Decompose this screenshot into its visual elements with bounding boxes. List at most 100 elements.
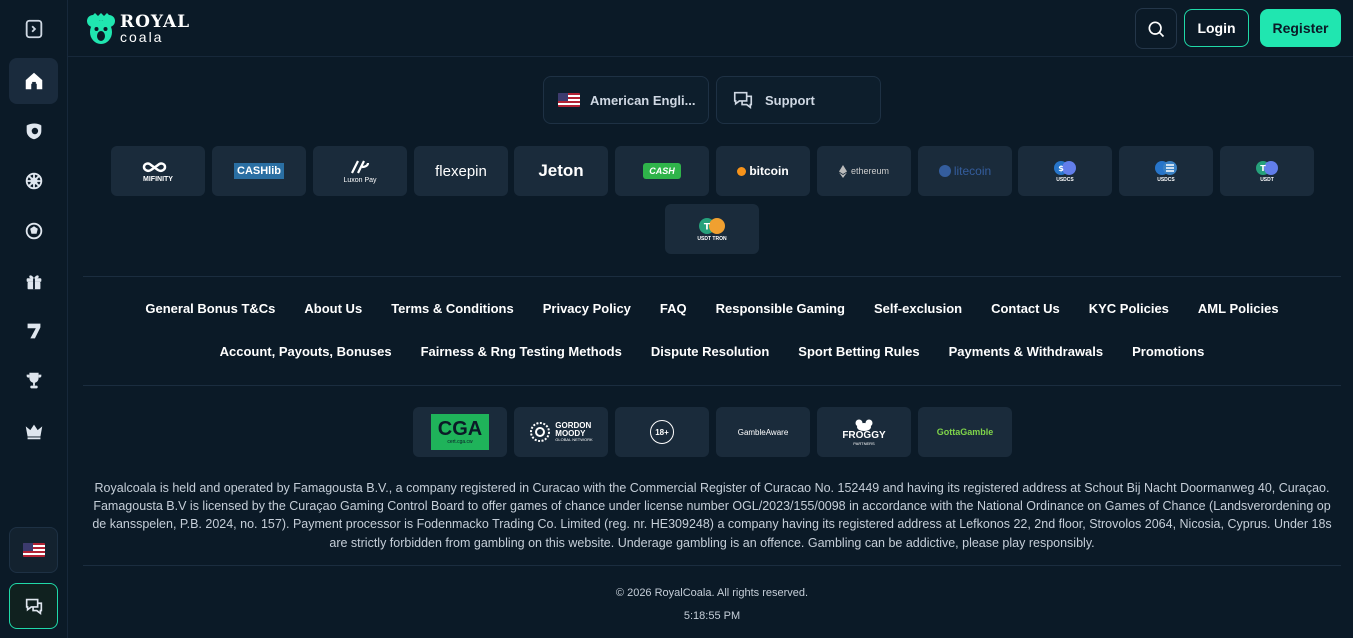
gordon-label-3: GLOBAL NETWORK <box>555 437 593 442</box>
sidebar-item-promotions[interactable] <box>9 258 58 304</box>
footer-link[interactable]: Fairness & Rng Testing Methods <box>421 344 622 359</box>
payment-luxon: Luxon Pay <box>313 146 407 196</box>
language-label: American Engli... <box>590 92 696 108</box>
payment-bitcoin-cash: CASH <box>615 146 709 196</box>
chat-icon <box>733 91 753 109</box>
us-flag-icon <box>22 543 45 557</box>
svg-text:T: T <box>1260 164 1266 173</box>
brand-name-bottom: coala <box>120 29 164 45</box>
svg-text:T: T <box>704 222 711 232</box>
gordon-moody-logo-icon <box>530 422 551 442</box>
payment-cashlib: CASHlib <box>212 146 306 196</box>
football-icon <box>25 222 42 240</box>
support-button[interactable]: Support <box>716 76 881 124</box>
search-icon <box>1148 21 1165 37</box>
sidebar-language-button[interactable] <box>9 527 58 573</box>
us-flag-icon <box>558 93 580 107</box>
support-label: Support <box>765 92 815 108</box>
bitcoin-label: bitcoin <box>749 164 789 178</box>
froggy-label: FROGGY <box>842 429 886 441</box>
clock-text: 5:18:55 PM <box>683 610 741 622</box>
section-divider <box>83 565 1341 566</box>
usdt-eth-logo-icon: T <box>1256 160 1278 175</box>
home-icon <box>25 72 42 90</box>
brand-logo[interactable]: ROYAL coala <box>86 12 190 46</box>
payment-usdt-tron: T USDT TRON <box>665 204 759 254</box>
usdc-eth-logo-icon: $ <box>1054 160 1076 175</box>
luxon-logo-icon <box>351 160 370 173</box>
search-button[interactable] <box>1135 8 1177 49</box>
footer-link[interactable]: Self-exclusion <box>874 301 962 316</box>
usdt-eth-label: USDT <box>1260 176 1274 183</box>
payment-mifinity: MIFINITY <box>111 146 205 196</box>
footer-link[interactable]: Sport Betting Rules <box>798 344 919 359</box>
footer-links-row-2: Account, Payouts, Bonuses Fairness & Rng … <box>83 344 1341 359</box>
litecoin-label: litecoin <box>953 164 992 178</box>
sidebar-toggle-icon <box>25 19 42 39</box>
sidebar-item-vip[interactable] <box>9 408 58 454</box>
mifinity-label: MIFINITY <box>143 175 173 183</box>
sidebar-item-slots[interactable] <box>9 308 58 354</box>
chat-icon <box>25 598 42 615</box>
usdc-eth-label: USDCS <box>1056 176 1074 183</box>
footer-link[interactable]: Promotions <box>1132 344 1204 359</box>
cga-sub-label: cert.cga.cw <box>447 439 473 445</box>
usdc-sol-logo-icon <box>1155 160 1177 175</box>
section-divider <box>83 385 1341 386</box>
payment-usdt-eth: T USDT <box>1220 146 1314 196</box>
badge-gambleaware[interactable]: GambleAware <box>716 407 810 457</box>
badge-age-restriction[interactable]: 18+ <box>615 407 709 457</box>
sidebar-support-button[interactable] <box>9 583 58 629</box>
footer-link[interactable]: Terms & Conditions <box>391 301 514 316</box>
footer-link[interactable]: Dispute Resolution <box>651 344 769 359</box>
age-label: 18+ <box>650 420 674 444</box>
footer-link[interactable]: AML Policies <box>1198 301 1279 316</box>
froggy-logo-icon <box>855 419 873 431</box>
footer-link[interactable]: General Bonus T&Cs <box>145 301 275 316</box>
payment-bitcoin: bitcoin <box>716 146 810 196</box>
badge-froggy[interactable]: FROGGY PARTNERS <box>817 407 911 457</box>
cga-label: CGA <box>437 418 483 440</box>
bitcoin-cash-label: CASH <box>643 163 681 179</box>
footer-link[interactable]: Privacy Policy <box>543 301 631 316</box>
gift-icon <box>26 275 41 290</box>
roulette-icon <box>25 172 42 190</box>
login-button[interactable]: Login <box>1184 9 1249 47</box>
footer-link[interactable]: FAQ <box>660 301 687 316</box>
crown-icon <box>25 424 42 440</box>
badge-gottagamble[interactable]: GottaGamble <box>918 407 1012 457</box>
payment-flexepin: flexepin <box>414 146 508 196</box>
sidebar <box>0 0 68 638</box>
register-button[interactable]: Register <box>1260 9 1341 47</box>
ethereum-logo-icon <box>838 164 847 178</box>
bitcoin-logo-icon <box>737 166 747 176</box>
gottagamble-label: GottaGamble <box>936 427 994 437</box>
badge-cga[interactable]: CGA cert.cga.cw <box>413 407 507 457</box>
litecoin-logo-icon <box>938 165 951 177</box>
sidebar-item-football[interactable] <box>9 208 58 254</box>
ethereum-label: ethereum <box>850 166 890 176</box>
legal-disclaimer: Royalcoala is held and operated by Famag… <box>92 481 1332 550</box>
badge-gordon-moody[interactable]: GORDON MOODY GLOBAL NETWORK <box>514 407 608 457</box>
sidebar-item-casino[interactable] <box>9 158 58 204</box>
section-divider <box>83 276 1341 277</box>
sidebar-item-tournaments[interactable] <box>9 358 58 404</box>
payment-jeton: Jeton <box>514 146 608 196</box>
footer-link[interactable]: Payments & Withdrawals <box>949 344 1103 359</box>
seven-icon <box>27 323 40 339</box>
trophy-icon <box>26 372 41 389</box>
sidebar-item-sports[interactable] <box>9 108 58 154</box>
top-header: ROYAL coala Login Register <box>68 0 1353 57</box>
cashlib-label: CASHlib <box>234 163 284 179</box>
footer-link[interactable]: Responsible Gaming <box>716 301 845 316</box>
luxon-label: Luxon Pay <box>343 176 377 184</box>
payment-litecoin: litecoin <box>918 146 1012 196</box>
footer-link[interactable]: KYC Policies <box>1089 301 1169 316</box>
payment-ethereum: ethereum <box>817 146 911 196</box>
footer-link[interactable]: About Us <box>304 301 362 316</box>
footer-link[interactable]: Contact Us <box>991 301 1060 316</box>
language-selector[interactable]: American Engli... <box>543 76 709 124</box>
footer-link[interactable]: Account, Payouts, Bonuses <box>220 344 392 359</box>
sidebar-toggle-button[interactable] <box>9 6 58 52</box>
sidebar-item-home[interactable] <box>9 58 58 104</box>
